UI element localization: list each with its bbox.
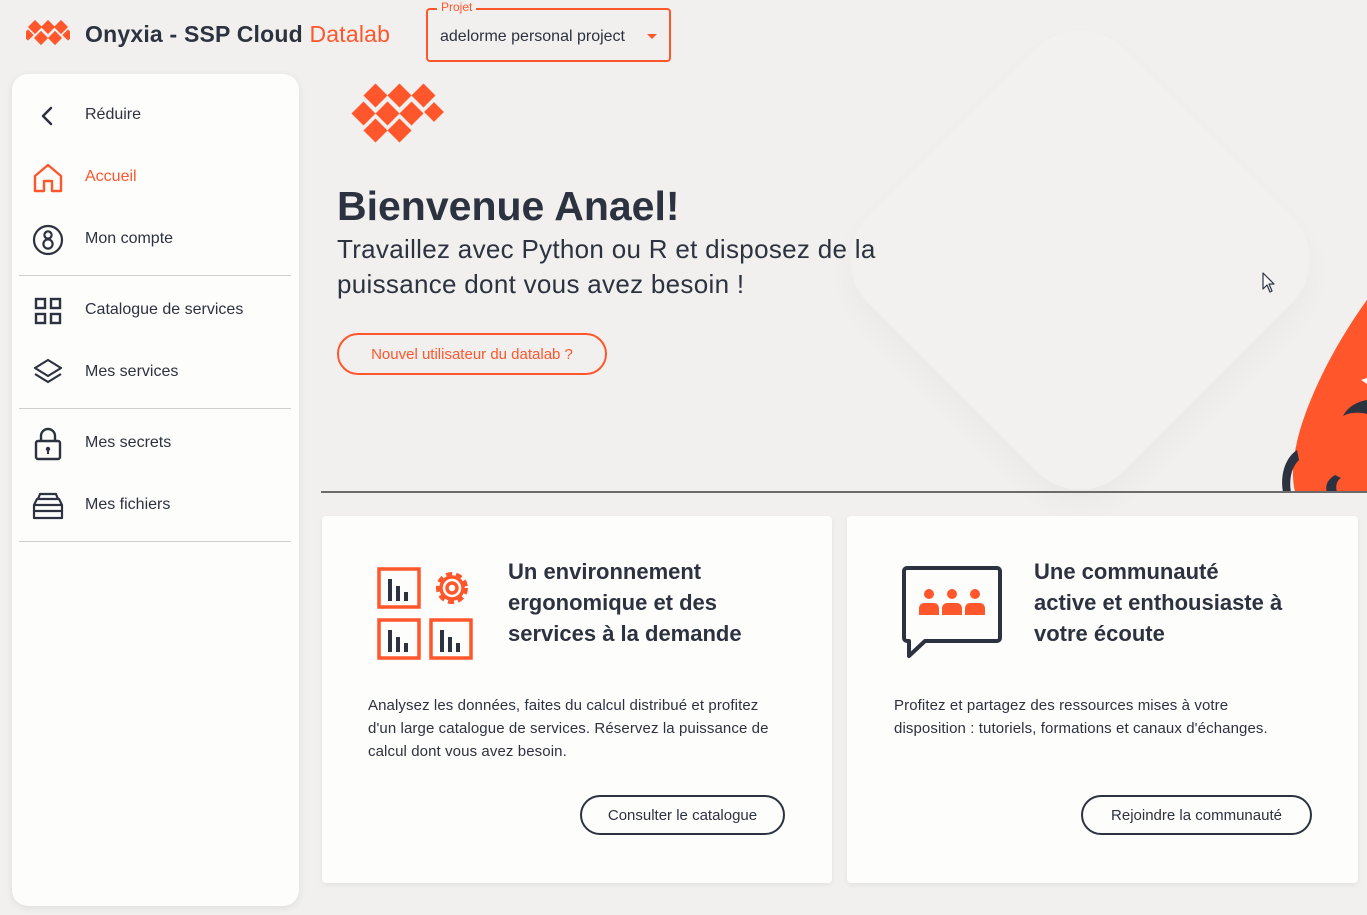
app-header: Onyxia - SSP Cloud Datalab Projet adelor… [0,0,1367,72]
account-icon [31,223,65,257]
grid-icon [31,294,65,328]
sidebar-item-secrets[interactable]: Mes secrets [20,418,290,468]
sidebar-item-collapse[interactable]: Réduire [20,90,290,140]
sidebar-item-label: Réduire [85,106,142,123]
card-description: Profitez et partagez des ressources mise… [894,697,1268,737]
sidebar-item-label: Accueil [85,168,137,185]
onyxia-logo-icon[interactable] [26,20,70,50]
sidebar-item-files[interactable]: Mes fichiers [20,480,290,530]
chevron-left-icon [31,99,65,133]
card-community: Une communauté active et enthousiaste à … [847,516,1358,883]
caret-down-icon [647,34,657,39]
hero-title: Bienvenue Anael! [337,183,680,229]
sidebar-item-home[interactable]: Accueil [20,152,290,202]
app-name: Onyxia - SSP Cloud [85,21,303,47]
app-accent: Datalab [309,21,391,47]
app-title[interactable]: Onyxia - SSP Cloud Datalab [85,21,390,48]
new-user-button[interactable]: Nouvel utilisateur du datalab ? [337,333,607,375]
card-title: Une communauté active et enthousiaste à … [1034,559,1283,646]
sidebar-item-account[interactable]: Mon compte [20,214,290,264]
sidebar-item-label: Mes secrets [85,434,172,451]
card-title: Un environnement ergonomique et des serv… [508,559,742,646]
onyxia-hero-logo-icon [351,83,444,143]
files-icon [31,489,65,523]
dashboard-icon [377,567,473,660]
catalog-button[interactable]: Consulter le catalogue [580,795,785,835]
card-description: Analysez les données, faites du calcul d… [368,697,769,760]
lock-icon [31,427,65,461]
community-chat-icon [902,566,1002,658]
sidebar-item-label: Mes fichiers [85,496,171,513]
card-environment: Un environnement ergonomique et des serv… [322,516,832,883]
sidebar-item-services[interactable]: Mes services [20,347,290,397]
project-label: Projet [437,0,477,14]
home-icon [31,161,65,195]
sidebar-item-label: Mon compte [85,230,174,247]
mascot-illustration-icon [1282,300,1367,492]
sidebar-item-label: Catalogue de services [85,301,244,318]
project-value: adelorme personal project [440,28,625,45]
sidebar-divider [19,541,291,542]
sidebar-item-label: Mes services [85,363,179,380]
layers-icon [31,356,65,390]
sidebar-item-catalog[interactable]: Catalogue de services [20,285,290,335]
community-button[interactable]: Rejoindre la communauté [1081,795,1312,835]
sidebar-divider [19,275,291,276]
project-select[interactable]: Projet adelorme personal project [426,0,671,62]
hero-subtitle: Travaillez avec Python ou R et disposez … [337,234,876,299]
sidebar-divider [19,408,291,409]
sidebar: Réduire Accueil Mon compte Catalogue de … [12,74,299,906]
hero-divider [321,491,1367,493]
mouse-cursor-icon [1262,272,1275,293]
